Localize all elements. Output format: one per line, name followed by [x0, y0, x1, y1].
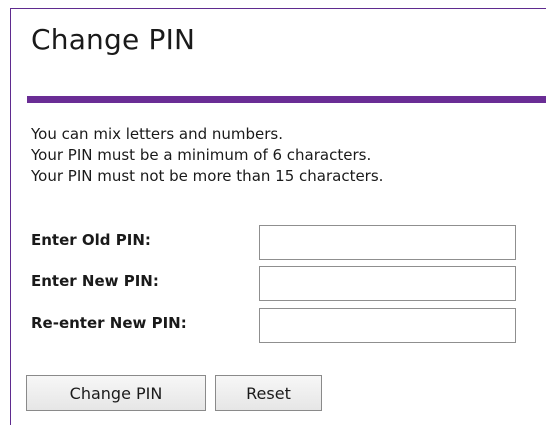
old-pin-label: Enter Old PIN: — [31, 231, 151, 249]
new-pin-label: Enter New PIN: — [31, 272, 159, 290]
instruction-line: Your PIN must be a minimum of 6 characte… — [31, 146, 372, 164]
confirm-pin-label: Re-enter New PIN: — [31, 314, 187, 332]
confirm-pin-row: Re-enter New PIN: — [31, 308, 531, 344]
old-pin-row: Enter Old PIN: — [31, 225, 531, 261]
confirm-pin-input[interactable] — [259, 308, 516, 343]
title-divider — [27, 96, 546, 103]
pin-instructions: You can mix letters and numbers. Your PI… — [31, 124, 383, 187]
page-title: Change PIN — [31, 23, 196, 56]
change-pin-panel: Change PIN You can mix letters and numbe… — [10, 8, 546, 425]
new-pin-input[interactable] — [259, 266, 516, 301]
change-pin-button[interactable]: Change PIN — [26, 375, 206, 411]
instruction-line: Your PIN must not be more than 15 charac… — [31, 167, 384, 185]
old-pin-input[interactable] — [259, 225, 516, 260]
new-pin-row: Enter New PIN: — [31, 266, 531, 302]
reset-button[interactable]: Reset — [215, 375, 322, 411]
instruction-line: You can mix letters and numbers. — [31, 125, 284, 143]
